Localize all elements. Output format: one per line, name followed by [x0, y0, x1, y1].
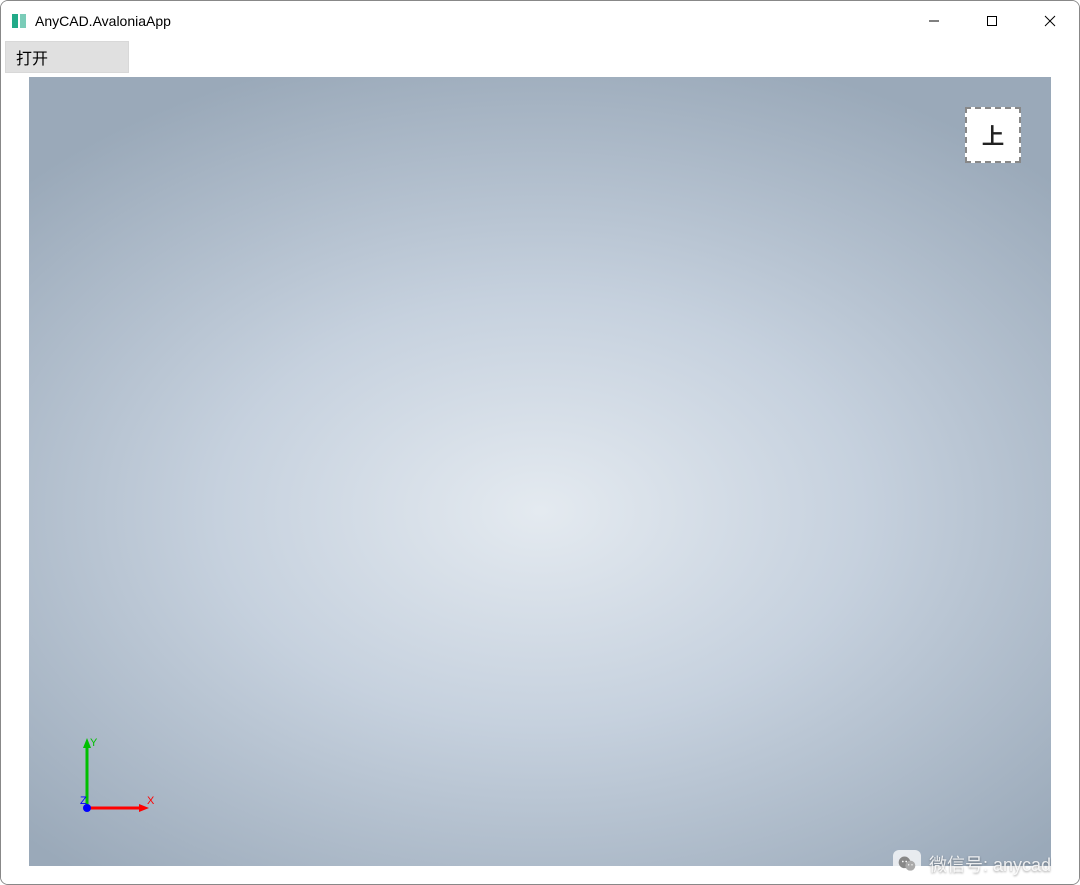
menubar: 打开	[1, 41, 1079, 73]
viewport-container: 上 Y X Z	[1, 73, 1079, 884]
maximize-button[interactable]	[963, 1, 1021, 41]
axis-z-label: Z	[80, 795, 87, 807]
viewport-3d[interactable]: 上 Y X Z	[29, 77, 1051, 866]
watermark: 微信号: anycad	[893, 850, 1051, 878]
open-menu-button[interactable]: 打开	[5, 41, 129, 73]
window-controls	[905, 1, 1079, 41]
app-icon	[11, 13, 27, 29]
wechat-icon	[893, 850, 921, 878]
watermark-text: 微信号: anycad	[929, 851, 1051, 877]
axis-gizmo[interactable]: Y X Z	[69, 736, 159, 826]
app-window: AnyCAD.AvaloniaApp 打开 上	[0, 0, 1080, 885]
titlebar: AnyCAD.AvaloniaApp	[1, 1, 1079, 41]
axis-x-label: X	[147, 795, 155, 807]
minimize-button[interactable]	[905, 1, 963, 41]
view-cube-face-label: 上	[982, 119, 1004, 151]
view-cube[interactable]: 上	[965, 107, 1021, 163]
close-button[interactable]	[1021, 1, 1079, 41]
axis-y-label: Y	[90, 737, 98, 749]
window-title: AnyCAD.AvaloniaApp	[35, 13, 171, 29]
